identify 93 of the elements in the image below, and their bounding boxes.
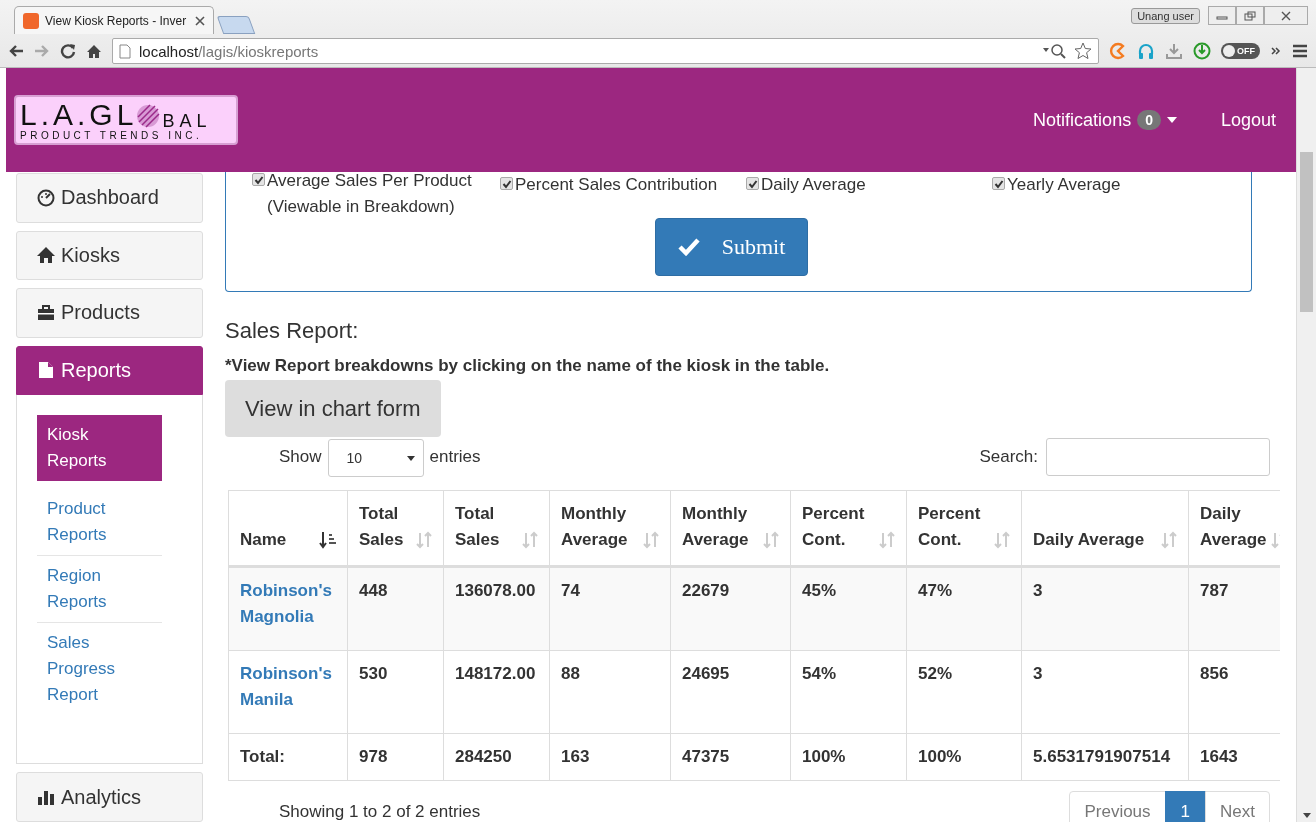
sidebar-item[interactable]: Dashboard [16, 173, 203, 223]
reload-icon[interactable] [60, 43, 76, 59]
home-icon [37, 246, 55, 265]
submit-button[interactable]: Submit [654, 218, 809, 276]
menu-icon[interactable] [1292, 44, 1308, 58]
back-arrow-icon[interactable] [8, 44, 24, 58]
page-icon [119, 43, 131, 59]
pagination-button[interactable]: 1 [1164, 791, 1207, 822]
submenu-item[interactable]: Product Reports [37, 489, 162, 557]
table-cell: 787 [1200, 581, 1229, 600]
caret-icon [406, 455, 415, 461]
table-cell: 978 [359, 747, 388, 766]
zoom-icon[interactable] [1042, 43, 1068, 59]
bar-chart-icon [37, 788, 55, 807]
checkbox[interactable] [992, 177, 1005, 190]
table-cell: 45% [802, 581, 837, 600]
checkbox-label: Daily Average [761, 174, 866, 196]
table-cell: 74 [561, 581, 580, 600]
table-info: Showing 1 to 2 of 2 entries [279, 802, 481, 822]
checkmark-icon [677, 238, 700, 256]
search-label: Search: [979, 447, 1038, 467]
table-cell: 148172.00 [455, 664, 536, 683]
table-cell: 856 [1200, 664, 1229, 683]
instruction-text: *View Report breakdowns by clicking on the name of the kiosk in the table. [225, 356, 831, 376]
restore-icon[interactable] [1236, 6, 1264, 25]
app-icon [23, 12, 39, 29]
document-icon [37, 361, 55, 380]
scroll-down-icon[interactable] [1303, 813, 1311, 818]
globe-icon [135, 104, 162, 128]
logout-link[interactable]: Logout [1220, 109, 1276, 131]
checkbox-label: Yearly Average [1007, 174, 1121, 196]
scrollbar-thumb[interactable] [1300, 152, 1313, 312]
pagination-button[interactable]: Next [1205, 791, 1270, 822]
submenu-item[interactable]: Sales Progress Report [37, 623, 162, 716]
table-cell: 88 [561, 664, 580, 683]
checkmark-icon [501, 178, 512, 189]
address-bar[interactable]: localhost/lagis/kioskreports [112, 38, 1099, 64]
total-label: Total: [240, 747, 285, 766]
briefcase-icon [37, 303, 55, 322]
notification-count: 0 [1137, 110, 1161, 130]
checkmark-icon [747, 178, 758, 189]
table-cell: 163 [561, 747, 590, 766]
sidebar-item[interactable]: Products [16, 288, 203, 338]
table-cell: 448 [359, 581, 388, 600]
table-cell: 52% [918, 664, 953, 683]
gauge-icon [37, 188, 55, 207]
chevron-icon[interactable] [1270, 45, 1282, 57]
scrollbar[interactable] [1296, 68, 1316, 822]
column-header[interactable]: Name [240, 527, 287, 553]
download-icon[interactable] [1193, 42, 1211, 60]
entries-label: entries [429, 447, 481, 467]
headphones-icon[interactable] [1137, 42, 1155, 60]
notifications-menu[interactable]: Notifications 0 [1033, 109, 1177, 131]
caret-icon [1166, 117, 1177, 123]
star-icon[interactable] [1074, 42, 1092, 60]
section-title: Sales Report: [225, 318, 360, 344]
checkbox-label: Average Sales Per Product (Viewable in Breakdown) [267, 170, 473, 218]
browser-tab[interactable]: View Kiosk Reports - Inver [14, 6, 214, 34]
table-cell: 1643 [1200, 747, 1238, 766]
page-size-select[interactable]: 10 [327, 439, 424, 477]
sidebar-item[interactable]: Reports [16, 345, 203, 396]
sidebar-item[interactable]: Analytics [16, 772, 203, 822]
table-cell: 136078.00 [455, 581, 536, 600]
table-cell: 54% [802, 664, 837, 683]
checkbox[interactable] [500, 177, 513, 190]
table-cell: 47% [918, 581, 953, 600]
table-cell: 100% [802, 747, 846, 766]
search-field[interactable] [1046, 438, 1270, 476]
table-cell: 24695 [682, 664, 730, 683]
table-cell: 3 [1033, 581, 1043, 600]
sidebar-item[interactable]: Kiosks [16, 230, 203, 281]
checkbox-label: Percent Sales Contribution [515, 174, 718, 196]
submenu-item[interactable]: Region Reports [37, 556, 162, 624]
checkmark-icon [993, 178, 1004, 189]
show-label: Show [279, 447, 322, 467]
table-cell: 3 [1033, 664, 1043, 683]
submenu-item[interactable]: Kiosk Reports [37, 415, 162, 482]
toggle-switch[interactable]: OFF [1221, 43, 1260, 59]
table-cell: 5.6531791907514 [1033, 747, 1171, 766]
table-cell: 100% [918, 747, 962, 766]
close-icon[interactable] [195, 15, 205, 26]
download-icon[interactable] [1165, 42, 1183, 60]
checkbox[interactable] [252, 173, 265, 186]
checkmark-icon [253, 174, 264, 185]
table-cell: 22679 [682, 581, 730, 600]
home-icon[interactable] [86, 43, 102, 59]
checkbox[interactable] [746, 177, 759, 190]
table-cell: 284250 [455, 747, 512, 766]
table-cell: 530 [359, 664, 388, 683]
logo[interactable]: L.A.GL BAL PRODUCT TRENDS INC. [14, 95, 238, 145]
table-cell: 47375 [682, 747, 730, 766]
chart-view-button[interactable]: View in chart form [225, 380, 441, 437]
user-badge[interactable]: Unang user [1131, 8, 1200, 24]
